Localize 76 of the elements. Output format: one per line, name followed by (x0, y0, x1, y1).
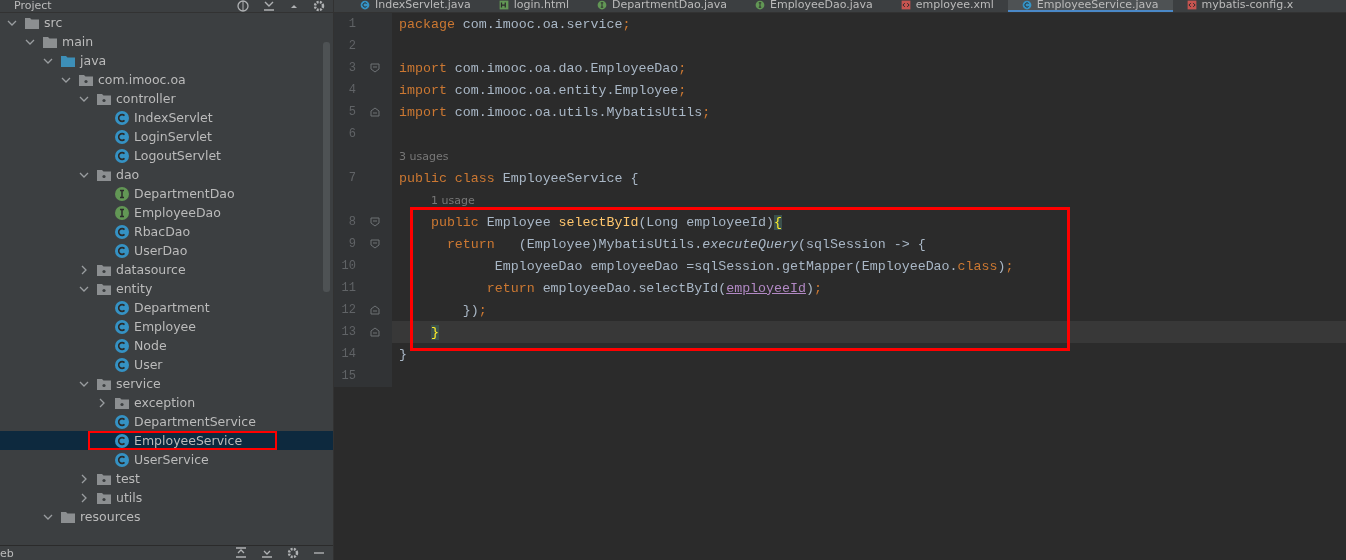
tree-item[interactable]: EmployeeDao (0, 203, 333, 222)
fold-icon[interactable] (370, 217, 380, 227)
editor-tab[interactable]: IndexServlet.java (346, 0, 485, 12)
tree-item[interactable]: java (0, 51, 333, 70)
code-line: return employeeDao.selectById(employeeId); (485, 280, 822, 296)
interface-icon (114, 185, 130, 202)
tree-item[interactable]: UserService (0, 450, 333, 469)
minimize-icon[interactable] (313, 551, 325, 555)
tree-item[interactable]: resources (0, 507, 333, 526)
tree-item[interactable]: UserDao (0, 241, 333, 260)
tree-item[interactable]: dao (0, 165, 333, 184)
tree-item[interactable]: LogoutServlet (0, 146, 333, 165)
tree-item[interactable]: Employee (0, 317, 333, 336)
fold-icon[interactable] (370, 327, 380, 337)
class-icon (114, 432, 130, 449)
code-line: package com.imooc.oa.service; (398, 16, 631, 32)
code-line: EmployeeDao employeeDao =sqlSession.getMapper(EmployeeDao.class); (493, 258, 1014, 274)
class-icon (114, 242, 130, 259)
class-icon (114, 413, 130, 430)
class-icon (114, 356, 130, 373)
editor-tab[interactable]: DepartmentDao.java (583, 0, 741, 12)
class-icon (114, 128, 130, 145)
settings-icon[interactable] (287, 547, 299, 559)
tree-item[interactable]: Node (0, 336, 333, 355)
tree-item[interactable]: entity (0, 279, 333, 298)
expand-all-icon[interactable] (263, 0, 275, 12)
class-icon (114, 299, 130, 316)
tree-item[interactable]: DepartmentService (0, 412, 333, 431)
code-line: import com.imooc.oa.dao.EmployeeDao; (398, 60, 687, 76)
settings-icon[interactable] (313, 0, 325, 12)
usage-hint[interactable]: 1 usage (424, 193, 475, 207)
class-icon (114, 109, 130, 126)
tree-item[interactable]: main (0, 32, 333, 51)
code-line: public Employee selectById(Long employeeId){ (429, 214, 783, 230)
panel-title[interactable]: Project (14, 0, 52, 12)
code-line: public class EmployeeService { (398, 170, 639, 186)
class-icon (114, 223, 130, 240)
tree-item[interactable]: utils (0, 488, 333, 507)
code-line: return (Employee)MybatisUtils.executeQuery(sqlSession -> { (445, 236, 926, 252)
fold-icon[interactable] (370, 107, 380, 117)
code-line: import com.imooc.oa.utils.MybatisUtils; (398, 104, 711, 120)
class-icon (114, 147, 130, 164)
class-icon (114, 451, 130, 468)
interface-icon (114, 204, 130, 221)
tree-item[interactable]: service (0, 374, 333, 393)
locate-icon[interactable] (237, 0, 249, 12)
editor-tab[interactable]: mybatis-config.x (1172, 0, 1308, 12)
tree-item[interactable]: DepartmentDao (0, 184, 333, 203)
tree-item[interactable]: com.imooc.oa (0, 70, 333, 89)
editor-tab[interactable]: EmployeeDao.java (740, 0, 887, 12)
fold-icon[interactable] (370, 239, 380, 249)
tree-item[interactable]: LoginServlet (0, 127, 333, 146)
tree-item[interactable]: controller (0, 89, 333, 108)
editor-tab[interactable]: EmployeeService.java (1007, 0, 1173, 12)
tree-item[interactable]: IndexServlet (0, 108, 333, 127)
tree-item[interactable]: test (0, 469, 333, 488)
code-line: import com.imooc.oa.entity.Employee; (398, 82, 687, 98)
editor-tab[interactable]: login.html (484, 0, 584, 12)
editor-tab[interactable]: employee.xml (886, 0, 1008, 12)
fold-icon[interactable] (370, 305, 380, 315)
tree-item[interactable]: User (0, 355, 333, 374)
tree-item[interactable]: exception (0, 393, 333, 412)
code-line: }); (461, 302, 487, 318)
class-icon (114, 318, 130, 335)
panel-label[interactable]: eb (0, 546, 14, 560)
class-icon (1021, 0, 1032, 10)
usage-hint[interactable]: 3 usages (392, 149, 449, 163)
tree-item[interactable]: src (0, 13, 333, 32)
expand-all-icon[interactable] (235, 547, 247, 559)
class-icon (114, 337, 130, 354)
code-line: } (398, 346, 407, 362)
tree-item[interactable]: Department (0, 298, 333, 317)
fold-icon[interactable] (370, 63, 380, 73)
tree-item[interactable]: RbacDao (0, 222, 333, 241)
tree-item[interactable]: EmployeeService (0, 431, 333, 450)
tree-item[interactable]: datasource (0, 260, 333, 279)
